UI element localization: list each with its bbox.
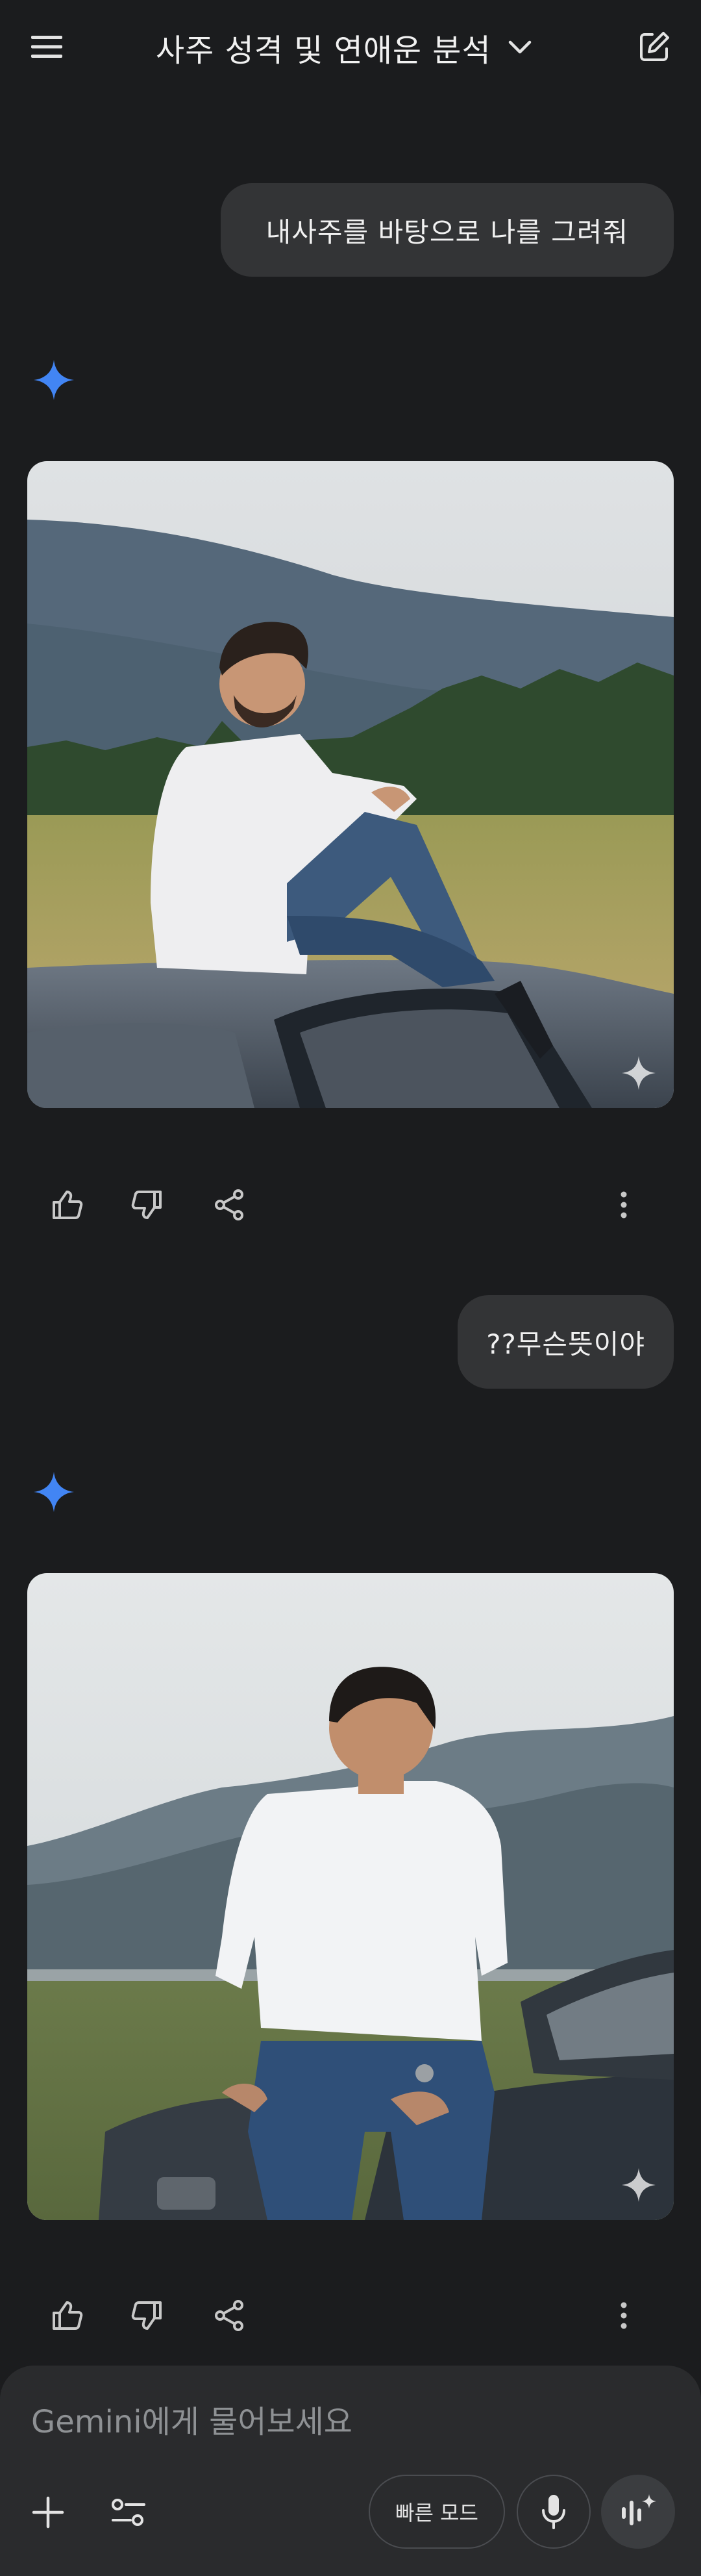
thumbs-down-button[interactable] [118, 2286, 177, 2345]
conversation-title-dropdown[interactable]: 사주 성격 및 연애운 분석 [156, 25, 533, 70]
user-message-text: ??무슨뜻이야 [486, 1328, 645, 1360]
thumbs-up-button[interactable] [38, 1176, 96, 1234]
tools-button[interactable] [104, 2488, 153, 2537]
prompt-placeholder: Gemini에게 물어보세요 [31, 2404, 352, 2440]
add-attachment-button[interactable] [23, 2488, 73, 2537]
microphone-button[interactable] [517, 2475, 591, 2549]
chevron-down-icon [508, 40, 531, 54]
edit-icon [640, 32, 669, 61]
more-vert-icon [621, 1191, 627, 1219]
thumbs-down-icon [131, 2301, 162, 2330]
model-mode-label: 빠른 모드 [395, 2501, 478, 2525]
share-icon [215, 2300, 243, 2331]
gemini-spark-icon [34, 360, 74, 400]
gemini-live-button[interactable] [601, 2475, 675, 2549]
plus-icon [32, 2496, 64, 2529]
generated-image-graphic [27, 1573, 674, 2220]
share-button[interactable] [200, 2286, 258, 2345]
menu-button[interactable] [23, 23, 70, 70]
thumbs-down-icon [131, 1191, 162, 1219]
new-chat-button[interactable] [631, 23, 678, 70]
share-icon [215, 1189, 243, 1220]
model-mode-button[interactable]: 빠른 모드 [369, 2475, 505, 2549]
thumbs-up-icon [53, 2301, 83, 2330]
ai-watermark-icon [622, 2168, 656, 2202]
hamburger-menu-icon [31, 36, 62, 58]
more-vert-icon [621, 2302, 627, 2329]
generated-image[interactable] [27, 461, 674, 1108]
generated-image-graphic [27, 461, 674, 1108]
user-message: 내사주를 바탕으로 나를 그려줘 [220, 183, 674, 277]
more-options-button[interactable] [595, 1176, 653, 1234]
live-waveform-icon [622, 2494, 656, 2525]
ai-watermark-icon [622, 1056, 656, 1090]
user-message: ??무슨뜻이야 [458, 1295, 674, 1389]
response-actions [27, 2286, 674, 2345]
microphone-icon [542, 2495, 565, 2529]
more-options-button[interactable] [595, 2286, 653, 2345]
tune-icon [112, 2499, 145, 2526]
generated-image[interactable] [27, 1573, 674, 2220]
thumbs-down-button[interactable] [118, 1176, 177, 1234]
prompt-input[interactable]: Gemini에게 물어보세요 [31, 2392, 654, 2446]
thumbs-up-button[interactable] [38, 2286, 96, 2345]
share-button[interactable] [200, 1176, 258, 1234]
composer: Gemini에게 물어보세요 빠른 모드 [0, 2366, 701, 2576]
top-bar: 사주 성격 및 연애운 분석 [0, 0, 701, 97]
thumbs-up-icon [53, 1191, 83, 1219]
response-actions [27, 1176, 674, 1234]
gemini-spark-icon [34, 1472, 74, 1512]
conversation-title: 사주 성격 및 연애운 분석 [156, 32, 491, 69]
user-message-text: 내사주를 바탕으로 나를 그려줘 [265, 216, 628, 248]
